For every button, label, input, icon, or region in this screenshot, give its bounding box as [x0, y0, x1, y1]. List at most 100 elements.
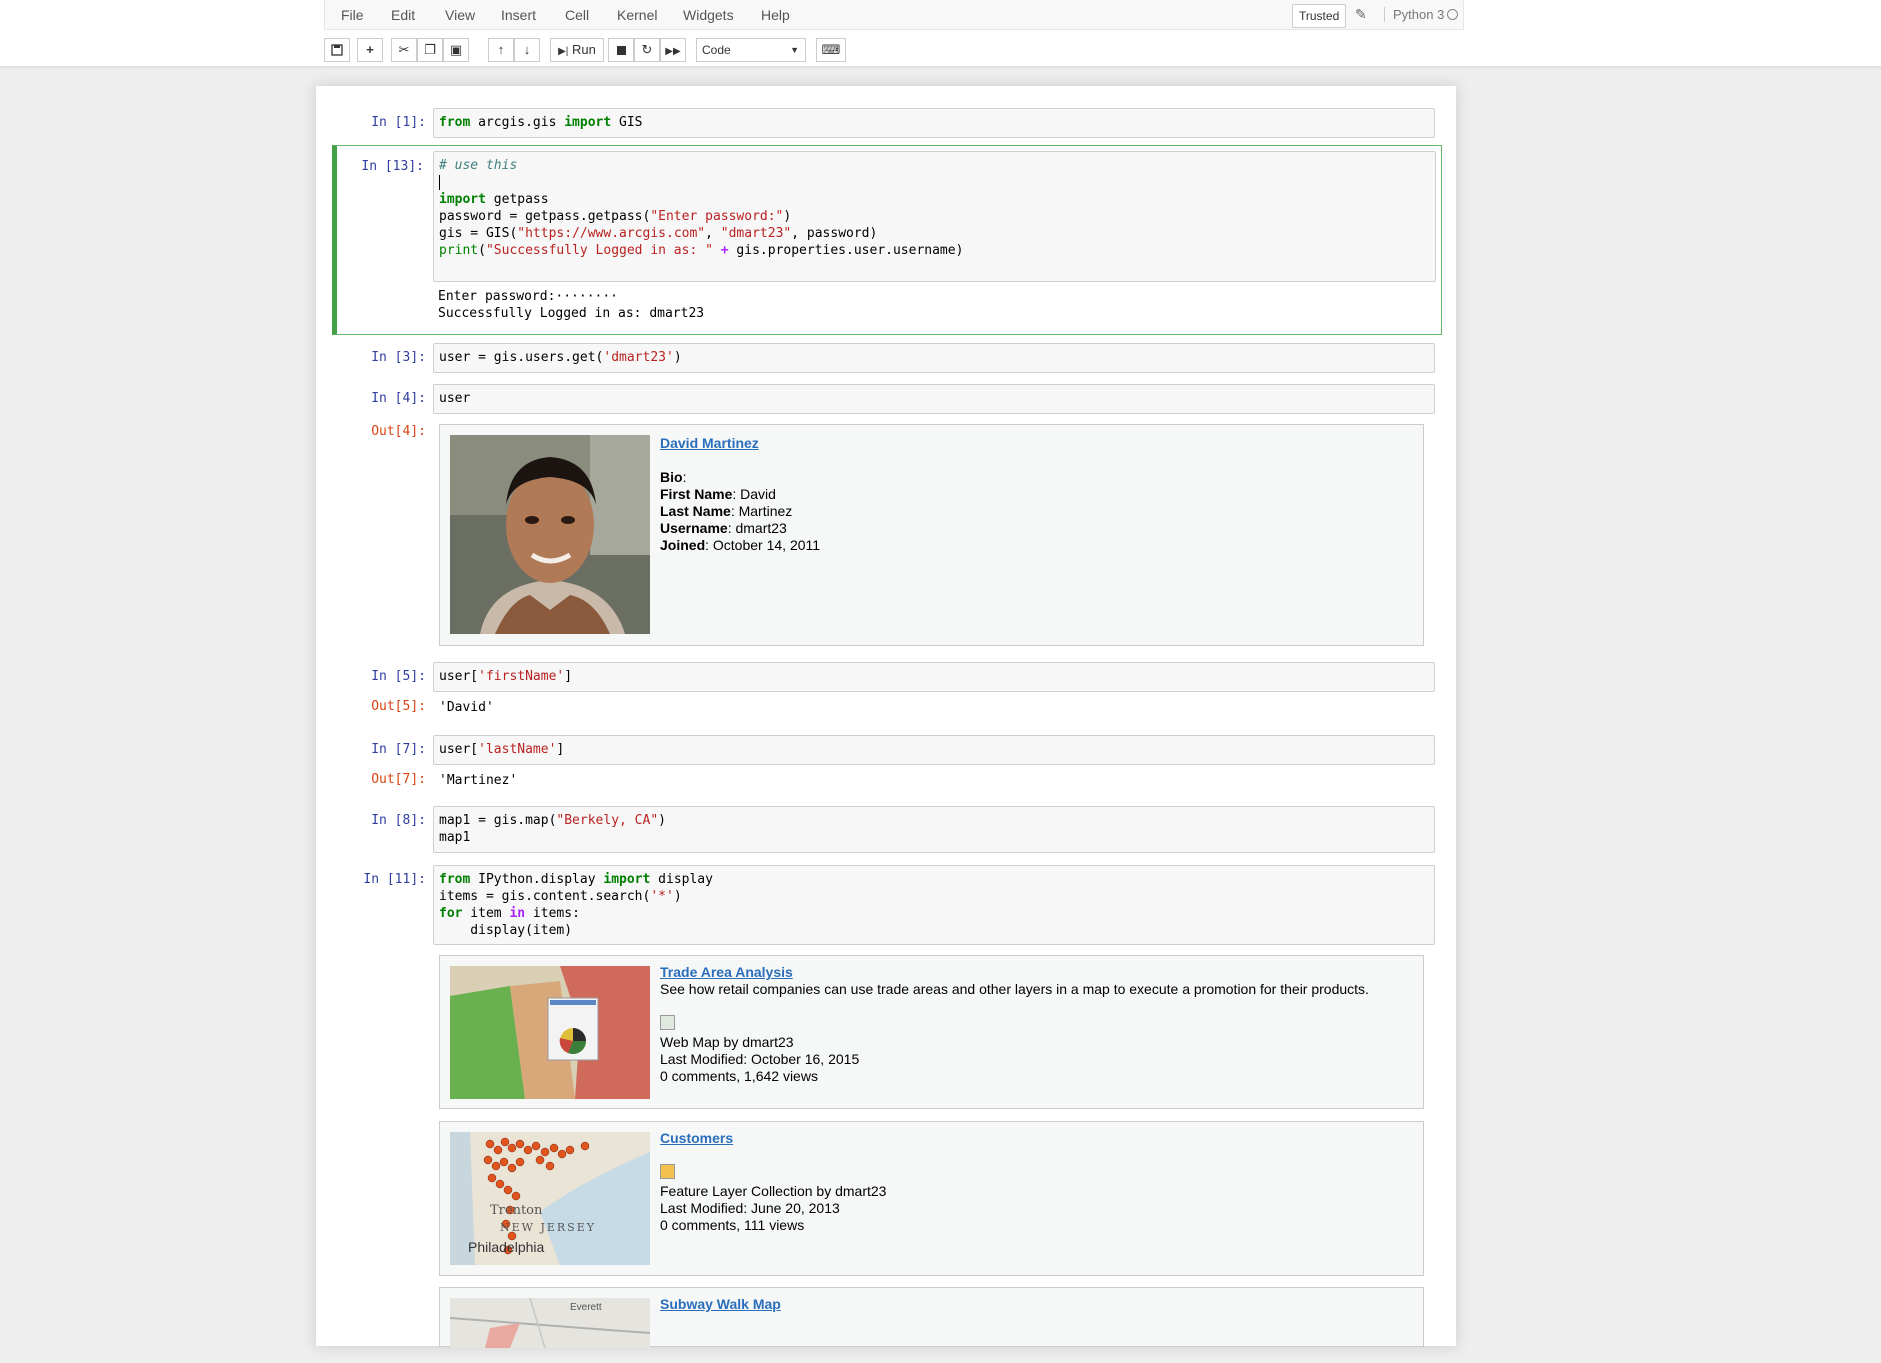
code-cell[interactable]: In [8]: map1 = gis.map("Berkely, CA") ma…	[331, 804, 1441, 854]
item-modified: Last Modified: October 16, 2015	[660, 1051, 860, 1067]
code-cell[interactable]: In [11]: from IPython.display import dis…	[331, 863, 1441, 1363]
output-line: Enter password:········	[438, 289, 619, 304]
joined-label: Joined	[660, 537, 706, 553]
code-editor[interactable]: user['lastName']	[433, 735, 1435, 765]
user-thumbnail	[450, 435, 650, 634]
item-title-link[interactable]: Trade Area Analysis	[660, 964, 793, 980]
run-button[interactable]: ▶| Run	[550, 38, 604, 62]
bio-value: :	[682, 469, 687, 485]
stop-icon	[616, 46, 626, 56]
restart-run-all-button[interactable]: ▶▶	[660, 38, 686, 62]
code-editor[interactable]: user	[433, 384, 1435, 414]
copy-button[interactable]: ❐	[417, 38, 443, 62]
text-cursor	[439, 175, 440, 190]
code-cell[interactable]: In [3]: user = gis.users.get('dmart23')	[331, 341, 1441, 373]
scissors-icon: ✂	[398, 42, 410, 57]
pencil-icon[interactable]: ✎	[1355, 6, 1367, 23]
input-prompt: In [1]:	[371, 115, 426, 130]
map-label: Philadelphia	[468, 1239, 544, 1255]
item-title-link[interactable]: Subway Walk Map	[660, 1296, 781, 1312]
kernel-idle-icon	[1447, 9, 1458, 20]
item-info: Subway Walk Map	[660, 1296, 781, 1313]
notebook-header: File Edit View Insert Cell Kernel Widget…	[0, 0, 1881, 67]
web-map-icon	[660, 1015, 675, 1030]
subway-map-thumbnail-image: Everett	[450, 1298, 650, 1348]
input-prompt: In [13]:	[361, 159, 424, 174]
menu-widgets[interactable]: Widgets	[683, 7, 734, 23]
code-cell[interactable]: In [7]: user['lastName'] Out[7]: 'Martin…	[331, 733, 1441, 795]
notebook-container: In [1]: from arcgis.gis import GIS In [1…	[316, 86, 1456, 1348]
username-value: : dmart23	[727, 520, 787, 536]
cut-button[interactable]: ✂	[391, 38, 417, 62]
cell-type-value: Code	[702, 43, 731, 57]
item-info: Customers Feature Layer Collection by dm…	[660, 1130, 886, 1234]
code-cell[interactable]: In [5]: user['firstName'] Out[5]: 'David…	[331, 660, 1441, 722]
arrow-down-icon: ↓	[523, 42, 531, 57]
caret-down-icon: ▼	[790, 45, 799, 55]
first-name-label: First Name	[660, 486, 733, 502]
menu-insert[interactable]: Insert	[501, 7, 536, 23]
menu-file[interactable]: File	[341, 7, 364, 23]
map-label: Everett	[570, 1302, 602, 1313]
plus-icon: +	[366, 42, 374, 57]
item-snippet: See how retail companies can use trade a…	[660, 981, 1369, 997]
output-text: 'Martinez'	[439, 773, 518, 788]
last-name-value: : Martinez	[730, 503, 793, 519]
save-button[interactable]	[324, 38, 350, 62]
output-prompt: Out[7]:	[371, 772, 426, 787]
step-forward-icon: ▶|	[558, 46, 569, 57]
move-down-button[interactable]: ↓	[514, 38, 540, 62]
item-thumbnail[interactable]: Everett	[450, 1298, 650, 1348]
item-thumbnail[interactable]: Trenton NEW JERSEY Philadelphia	[450, 1132, 650, 1265]
code-editor[interactable]: user = gis.users.get('dmart23')	[433, 343, 1435, 373]
output-prompt: Out[5]:	[371, 699, 426, 714]
item-card: Trade Area Analysis See how retail compa…	[439, 955, 1424, 1109]
feature-layer-icon	[660, 1164, 675, 1179]
item-stats: 0 comments, 111 views	[660, 1217, 805, 1233]
first-name-value: : David	[732, 486, 776, 502]
user-name-link[interactable]: David Martinez	[660, 435, 759, 451]
kernel-name: Python 3	[1384, 7, 1444, 22]
item-type: Web Map by dmart23	[660, 1034, 794, 1050]
portrait-image	[450, 435, 650, 634]
refresh-icon: ↻	[641, 42, 653, 57]
menu-view[interactable]: View	[445, 7, 475, 23]
move-up-button[interactable]: ↑	[488, 38, 514, 62]
input-prompt: In [4]:	[371, 391, 426, 406]
code-editor[interactable]: user['firstName']	[433, 662, 1435, 692]
code-editor[interactable]: from IPython.display import display item…	[433, 865, 1435, 945]
cell-output: Enter password:········ Successfully Log…	[438, 288, 704, 322]
input-prompt: In [11]:	[363, 872, 426, 887]
code-cell-selected[interactable]: In [13]: # use this import getpass passw…	[332, 145, 1442, 335]
item-modified: Last Modified: June 20, 2013	[660, 1200, 840, 1216]
input-prompt: In [3]:	[371, 350, 426, 365]
last-name-label: Last Name	[660, 503, 731, 519]
code-editor[interactable]: from arcgis.gis import GIS	[433, 108, 1435, 138]
feature-layer-thumbnail-image: Trenton NEW JERSEY Philadelphia	[450, 1132, 650, 1265]
menu-cell[interactable]: Cell	[565, 7, 589, 23]
restart-button[interactable]: ↻	[634, 38, 660, 62]
save-icon	[331, 44, 343, 56]
item-title-link[interactable]: Customers	[660, 1130, 733, 1146]
code-editor[interactable]: map1 = gis.map("Berkely, CA") map1	[433, 806, 1435, 853]
input-prompt: In [7]:	[371, 742, 426, 757]
command-palette-button[interactable]: ⌨	[816, 38, 846, 62]
cell-type-select[interactable]: Code ▼	[696, 38, 806, 62]
menu-help[interactable]: Help	[761, 7, 790, 23]
user-card: David Martinez Bio: First Name: David La…	[439, 424, 1424, 646]
item-thumbnail[interactable]	[450, 966, 650, 1099]
insert-cell-button[interactable]: +	[357, 38, 383, 62]
bio-label: Bio	[660, 469, 683, 485]
paste-button[interactable]: ▣	[443, 38, 469, 62]
web-map-thumbnail-image	[450, 966, 650, 1099]
interrupt-button[interactable]	[608, 38, 634, 62]
trusted-indicator[interactable]: Trusted	[1292, 4, 1347, 28]
code-cell[interactable]: In [4]: user Out[4]: David Martinez Bio:…	[331, 382, 1441, 646]
menu-kernel[interactable]: Kernel	[617, 7, 657, 23]
output-text: 'David'	[439, 700, 494, 715]
menu-edit[interactable]: Edit	[391, 7, 415, 23]
output-prompt: Out[4]:	[371, 424, 426, 439]
code-editor[interactable]: # use this import getpass password = get…	[433, 151, 1436, 282]
code-cell[interactable]: In [1]: from arcgis.gis import GIS	[331, 106, 1441, 140]
keyboard-icon: ⌨	[821, 42, 841, 57]
